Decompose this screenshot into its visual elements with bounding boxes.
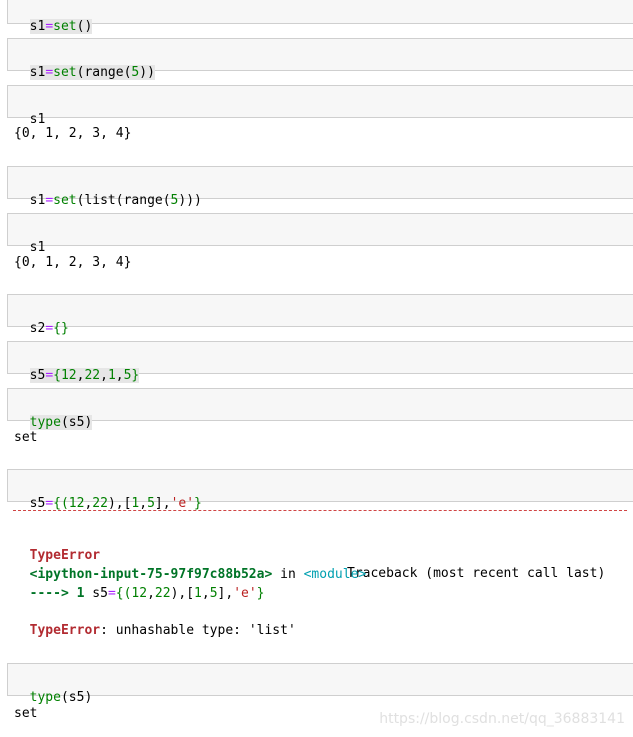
code-token: type: [29, 690, 61, 705]
code-token: 12: [68, 496, 85, 511]
code-token: 12: [131, 586, 148, 601]
code-token: =: [107, 586, 116, 601]
code-token: }: [256, 586, 265, 601]
code-token: s5: [29, 496, 46, 511]
code-cell-2[interactable]: s1=set(range(5)): [7, 38, 633, 80]
code-token: s2: [29, 321, 46, 336]
code-token: =: [45, 321, 54, 336]
code-cell-5[interactable]: s1: [7, 213, 633, 255]
error-name: TypeError: [29, 623, 101, 638]
code-token: =: [45, 496, 54, 511]
code-token: 1: [194, 586, 202, 601]
code-token: (list(range(: [76, 193, 171, 208]
cell-output-3: {0, 1, 2, 3, 4}: [14, 126, 132, 141]
code-token: 5: [147, 496, 155, 511]
code-token: }: [194, 496, 202, 511]
code-token: =: [45, 193, 54, 208]
code-token: s1: [29, 193, 46, 208]
code-token: ],: [154, 496, 171, 511]
code-token: ),[: [170, 586, 195, 601]
code-token: ))): [178, 193, 202, 208]
code-line: s1=set(): [29, 19, 93, 34]
code-token: ,: [201, 586, 210, 601]
code-token: s5: [92, 586, 108, 601]
code-token: =: [45, 368, 54, 383]
code-line: s1=set(range(5)): [29, 65, 155, 80]
cell-output-10: set: [14, 706, 38, 721]
traceback-label: Traceback (most recent call last): [347, 566, 606, 581]
code-cell-4[interactable]: s1=set(list(range(5))): [7, 166, 633, 208]
code-token: set: [53, 19, 77, 34]
code-token: s1: [29, 65, 46, 80]
arrow-marker: ----> 1: [29, 586, 93, 601]
code-token: )): [139, 65, 155, 80]
code-cell-9[interactable]: s5={(12,22),[1,5],'e'}: [7, 469, 633, 511]
code-token: set: [53, 65, 77, 80]
code-cell-8[interactable]: type(s5): [7, 388, 633, 430]
code-token: ,: [139, 496, 148, 511]
code-token: {(: [53, 496, 69, 511]
code-cell-6[interactable]: s2={}: [7, 294, 633, 336]
code-token: ,: [147, 586, 155, 601]
cell-output-8: set: [14, 430, 38, 445]
code-token: 1: [107, 368, 116, 383]
code-token: =: [45, 19, 54, 34]
code-cell-7[interactable]: s5={12,22,1,5}: [7, 341, 633, 383]
code-cell-3[interactable]: s1: [7, 85, 633, 127]
code-token: {: [53, 368, 61, 383]
code-token: 22: [84, 368, 101, 383]
traceback-message: TypeError: unhashable type: 'list': [14, 604, 296, 640]
code-token: 22: [92, 496, 108, 511]
watermark: https://blog.csdn.net/qq_36883141: [379, 711, 625, 727]
code-token: 'e': [233, 586, 257, 601]
code-token: =: [45, 65, 54, 80]
code-cell-1[interactable]: s1=set(): [7, 0, 633, 34]
code-token: 5: [209, 586, 218, 601]
code-token: (s5): [60, 690, 93, 705]
code-token: ),[: [107, 496, 132, 511]
code-line: type(s5): [29, 415, 93, 430]
code-token: 22: [154, 586, 171, 601]
code-token: 'e': [170, 496, 195, 511]
code-token: set: [53, 193, 77, 208]
code-token: (): [76, 19, 93, 34]
code-token: s1: [29, 19, 46, 34]
code-token: (s5): [60, 415, 93, 430]
code-token: {(: [115, 586, 132, 601]
code-token: ,: [115, 368, 124, 383]
module-link: <module>: [303, 567, 367, 582]
error-message: : unhashable type: 'list': [100, 623, 296, 638]
code-token: s1: [29, 240, 46, 255]
traceback-arrow-line: ----> 1 s5={(12,22),[1,5],'e'}: [14, 567, 265, 603]
code-token: ],: [217, 586, 234, 601]
code-token: (range(: [76, 65, 132, 80]
code-token: }: [131, 368, 140, 383]
traceback-separator: [13, 510, 627, 511]
code-token: ,: [100, 368, 108, 383]
code-token: 12: [60, 368, 77, 383]
code-token: s5: [29, 368, 46, 383]
code-token: type: [29, 415, 61, 430]
code-token: {}: [53, 321, 69, 336]
code-cell-10[interactable]: type(s5): [7, 663, 633, 705]
in-word: in: [272, 567, 304, 582]
code-line: s5={12,22,1,5}: [29, 368, 140, 383]
cell-output-5: {0, 1, 2, 3, 4}: [14, 255, 132, 270]
